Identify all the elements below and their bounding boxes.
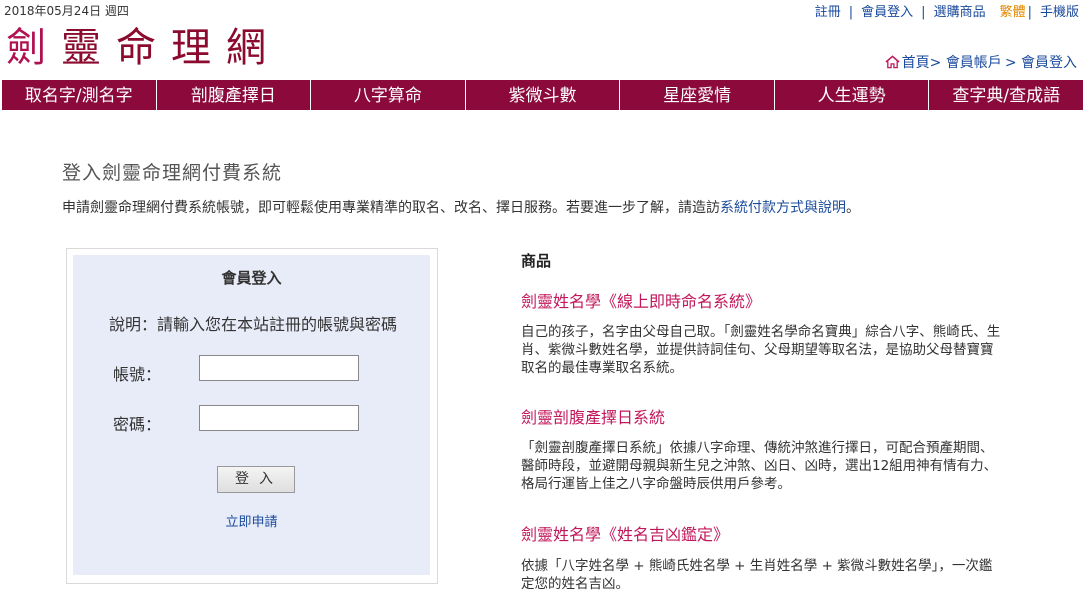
logo-char: 劍 (6, 25, 47, 71)
breadcrumb-home[interactable]: 首頁 (902, 55, 930, 71)
password-input[interactable] (199, 405, 359, 431)
product-title[interactable]: 劍靈剖腹產擇日系統 (521, 404, 665, 428)
main-nav: 取名字/測名字 剖腹產擇日 八字算命 紫微斗數 星座愛情 人生運勢 查字典/查成… (2, 80, 1083, 110)
intro-text: 申請劍靈命理網付費系統帳號，即可輕鬆使用專業精準的取名、改名、擇日服務。若要進一… (62, 197, 860, 217)
page-title: 登入劍靈命理網付費系統 (62, 162, 283, 184)
apply-now-link[interactable]: 立即申請 (73, 511, 430, 530)
password-label: 密碼： (113, 415, 162, 434)
nav-item-horoscope[interactable]: 星座愛情 (620, 80, 775, 110)
separator: | (921, 5, 926, 20)
product-description: 依據「八字姓名學 + 熊崎氏姓名學 + 生肖姓名學 + 紫微斗數姓名學」，一次鑑… (521, 558, 993, 592)
products-heading: 商品 (521, 252, 552, 270)
account-input[interactable] (199, 355, 359, 381)
register-link[interactable]: 註冊 (815, 5, 841, 20)
logo-char: 命 (116, 25, 157, 71)
logo-char: 網 (226, 25, 267, 71)
product-title[interactable]: 劍靈姓名學《姓名吉凶鑑定》 (521, 521, 729, 545)
member-login-link[interactable]: 會員登入 (861, 5, 913, 20)
login-box: 會員登入 說明：請輸入您在本站註冊的帳號與密碼 帳號： 密碼： 登入 立即申請 (73, 255, 430, 575)
product-description: 「劍靈剖腹產擇日系統」依據八字命理、傳統沖煞進行擇日，可配合預產期間、醫師時段，… (521, 440, 998, 492)
separator: | (1027, 5, 1032, 20)
payment-info-link[interactable]: 系統付款方式與說明 (720, 200, 846, 216)
nav-item-ziwei[interactable]: 紫微斗數 (466, 80, 621, 110)
account-label: 帳號： (113, 365, 162, 384)
nav-item-dictionary[interactable]: 查字典/查成語 (929, 80, 1083, 110)
breadcrumb-separator: > (929, 55, 946, 71)
nav-item-c-section-date[interactable]: 剖腹產擇日 (157, 80, 312, 110)
breadcrumb: 首頁> 會員帳戶 > 會員登入 (885, 52, 1077, 72)
intro-suffix: 。 (846, 200, 860, 216)
top-bar: 2018年05月24日 週四 註冊 | 會員登入 | 選購商品 繁體 | 手機版 (0, 0, 1085, 20)
login-description: 說明：請輸入您在本站註冊的帳號與密碼 (109, 315, 398, 334)
login-panel: 會員登入 說明：請輸入您在本站註冊的帳號與密碼 帳號： 密碼： 登入 立即申請 (66, 248, 438, 584)
nav-item-naming[interactable]: 取名字/測名字 (2, 80, 157, 110)
product-title[interactable]: 劍靈姓名學《線上即時命名系統》 (521, 288, 761, 312)
breadcrumb-account[interactable]: 會員帳戶 (946, 55, 1002, 71)
breadcrumb-separator: > (1004, 55, 1021, 71)
nav-item-bazi[interactable]: 八字算命 (311, 80, 466, 110)
logo-char: 靈 (61, 25, 102, 71)
site-logo[interactable]: 劍 靈 命 理 網 (6, 22, 281, 71)
product-description: 自己的孩子，名字由父母自己取。「劍靈姓名學命名寶典」綜合八字、熊崎氏、生肖、紫微… (521, 324, 1001, 376)
separator: | (848, 5, 854, 20)
home-icon (885, 55, 900, 69)
top-links: 註冊 | 會員登入 | 選購商品 繁體 | 手機版 (815, 1, 1079, 20)
logo-char: 理 (171, 25, 212, 71)
login-button[interactable]: 登入 (217, 466, 295, 493)
breadcrumb-current: 會員登入 (1021, 55, 1077, 71)
login-title: 會員登入 (221, 269, 282, 287)
intro-prefix: 申請劍靈命理網付費系統帳號，即可輕鬆使用專業精準的取名、改名、擇日服務。若要進一… (62, 200, 720, 216)
traditional-chinese-link[interactable]: 繁體 (1000, 5, 1026, 20)
mobile-version-link[interactable]: 手機版 (1040, 5, 1079, 20)
shop-link[interactable]: 選購商品 (934, 5, 986, 20)
nav-item-fortune[interactable]: 人生運勢 (775, 80, 930, 110)
